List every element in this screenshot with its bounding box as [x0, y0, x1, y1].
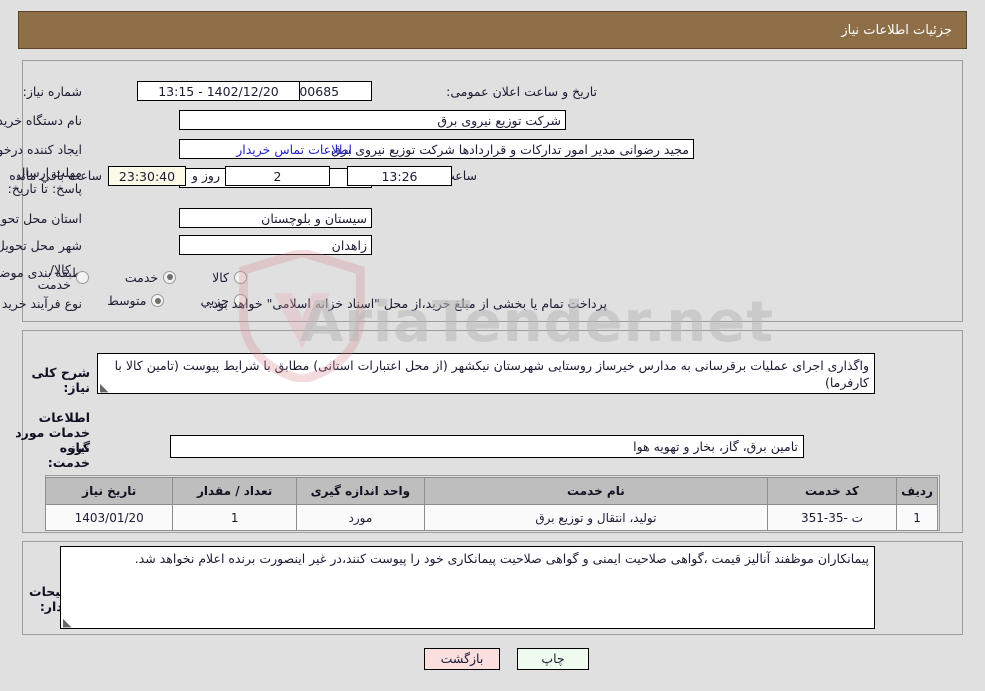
back-button[interactable]: بازگشت [424, 648, 500, 670]
subject-class-radio-group[interactable]: کالا خدمت کالا/خدمت [0, 262, 247, 292]
radio-dot-icon[interactable] [234, 270, 247, 284]
radio-label: خدمت [124, 269, 159, 285]
buyer-org-value: شرکت توزیع نیروی برق [179, 110, 566, 130]
countdown-label: ساعت باقي مانده [9, 168, 102, 183]
table-row: 1 ت -35-351 تولید، انتقال و توزیع برق مو… [44, 504, 938, 531]
table-cell-service-code: ت -35-351 [766, 504, 898, 531]
countdown-value: 23:30:40 [108, 166, 186, 186]
radio-label: متوسط [107, 293, 147, 308]
radio-option-khedmat[interactable]: خدمت [124, 269, 177, 285]
services-table: ردیف کد خدمت نام خدمت واحد اندازه گیری ت… [44, 477, 938, 531]
table-header-cell: تعداد / مقدار [172, 477, 297, 505]
days-value: 2 [225, 166, 330, 186]
service-group-value[interactable]: تامین برق، گاز، بخار و تهویه هوا [170, 435, 804, 458]
table-header-cell: نام خدمت [423, 477, 768, 505]
table-header-cell: ردیف [896, 477, 938, 505]
table-cell-need-date: 1403/01/20 [44, 504, 174, 531]
radio-dot-icon[interactable] [75, 270, 89, 284]
buyer-notes-value: پیمانکاران موظفند آنالیز قیمت ،گواهی صلا… [134, 551, 869, 566]
request-creator-label: ایجاد کننده درخواست: [0, 142, 82, 157]
service-group-label: گروه خدمت: [47, 440, 90, 470]
radio-label: کالا/خدمت [37, 262, 71, 292]
need-number-label: شماره نیاز: [22, 84, 82, 99]
table-cell-quantity: 1 [172, 504, 297, 531]
delivery-province-label: استان محل تحویل: [0, 211, 82, 226]
radio-option-motavaset[interactable]: متوسط [107, 293, 165, 308]
services-table-wrap: ردیف کد خدمت نام خدمت واحد اندازه گیری ت… [44, 475, 940, 531]
radio-dot-icon[interactable] [163, 270, 177, 284]
delivery-city-label: شهر محل تحویل: [0, 238, 82, 253]
radio-label: کالا [212, 269, 229, 285]
delivery-city-value: زاهدان [179, 235, 372, 255]
delivery-province-value: سیستان و بلوچستان [179, 208, 372, 228]
general-desc-textarea[interactable]: واگذاری اجرای عملیات برقرسانی به مدارس خ… [97, 353, 875, 394]
radio-option-kala[interactable]: کالا [212, 270, 247, 285]
days-and-label: روز و [191, 168, 220, 183]
public-announce-value: 1402/12/20 - 13:15 [137, 81, 300, 101]
hour-value: 13:26 [347, 166, 452, 186]
purchase-process-label: نوع فرآیند خرید : [0, 296, 82, 311]
resize-grip-icon[interactable]: ◣ [63, 617, 71, 628]
table-header-cell: کد خدمت [766, 477, 898, 505]
page-header: جزئیات اطلاعات نیاز [18, 11, 967, 49]
radio-dot-icon[interactable] [151, 294, 165, 307]
radio-option-kala-khedmat[interactable]: کالا/خدمت [36, 262, 89, 292]
buyer-notes-textarea[interactable]: پیمانکاران موظفند آنالیز قیمت ،گواهی صلا… [60, 546, 875, 629]
table-header-cell: واحد اندازه گیری [295, 477, 425, 505]
table-cell-row-index: 1 [896, 504, 938, 531]
purchase-process-note: پرداخت تمام یا بخشی از مبلغ خرید،از محل … [208, 296, 607, 311]
page-root: جزئیات اطلاعات نیاز AriaTender.net شماره… [0, 0, 985, 691]
table-cell-unit: مورد [295, 504, 425, 531]
page-title: جزئیات اطلاعات نیاز [841, 22, 952, 38]
public-announce-label: تاریخ و ساعت اعلان عمومی: [446, 84, 597, 99]
general-desc-value: واگذاری اجرای عملیات برقرسانی به مدارس خ… [114, 358, 869, 390]
table-header-row: ردیف کد خدمت نام خدمت واحد اندازه گیری ت… [44, 477, 938, 505]
table-cell-service-name: تولید، انتقال و توزیع برق [423, 504, 768, 531]
general-desc-label: شرح کلی نیاز: [31, 365, 90, 395]
buyer-org-label: نام دستگاه خریدار: [0, 113, 82, 128]
resize-grip-icon[interactable]: ◣ [100, 382, 108, 393]
table-header-cell: تاریخ نیاز [44, 477, 174, 505]
print-button[interactable]: چاپ [517, 648, 589, 670]
service-group-text: تامین برق، گاز، بخار و تهویه هوا [633, 439, 798, 454]
buyer-contact-link[interactable]: اطلاعات تماس خریدار [236, 142, 352, 157]
